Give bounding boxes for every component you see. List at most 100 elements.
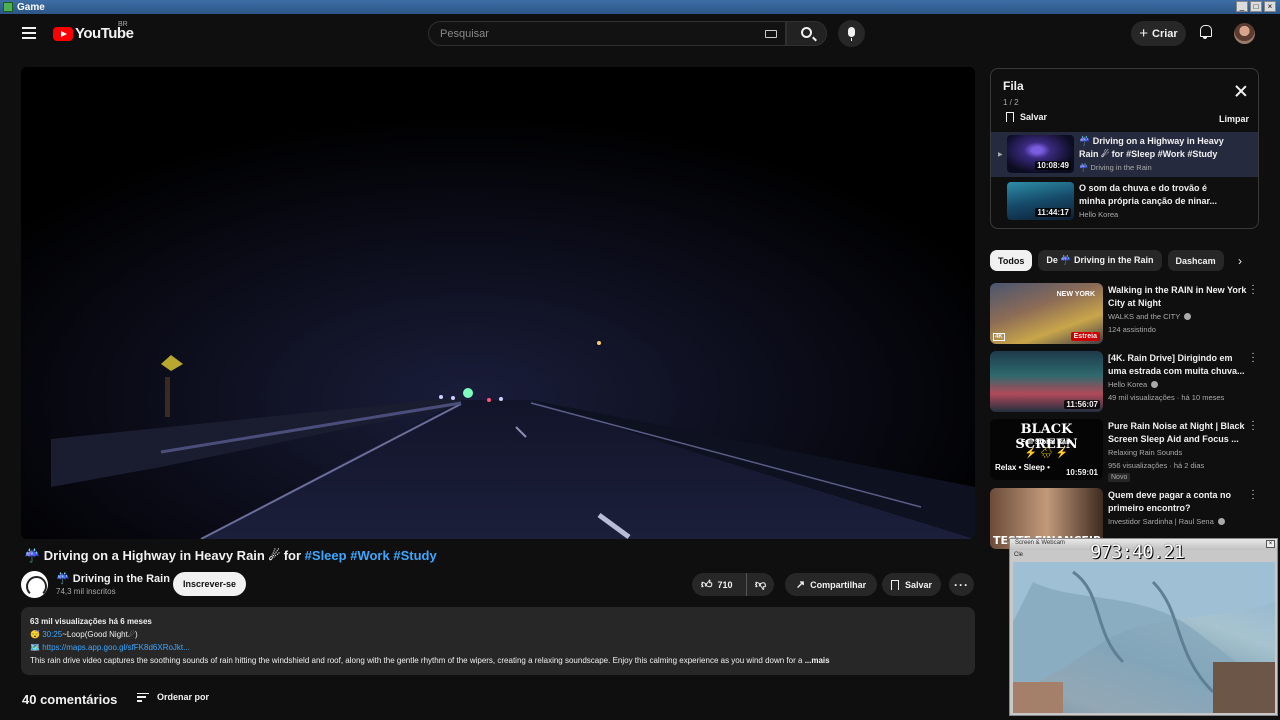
- window-controls: _ □ ×: [1236, 1, 1276, 12]
- queue-save-label: Salvar: [1020, 112, 1048, 122]
- youtube-logo[interactable]: YouTube BR: [53, 21, 134, 42]
- queue-title: Fila: [1003, 79, 1024, 93]
- dislike-button[interactable]: 👎︎: [755, 578, 766, 591]
- region-code: BR: [118, 21, 128, 28]
- recommendation-item[interactable]: NEW YORK 4K Estreia Walking in the RAIN …: [990, 281, 1260, 347]
- duration-badge: 11:56:07: [1064, 400, 1100, 409]
- video-frame: [21, 67, 975, 539]
- window-titlebar: Game _ □ ×: [0, 0, 1280, 14]
- thumbnail-subtitle: Fall Storm Rain: [1020, 439, 1073, 446]
- close-icon[interactable]: [1234, 84, 1248, 98]
- maximize-button[interactable]: □: [1250, 1, 1262, 12]
- plus-icon: +: [1139, 25, 1149, 42]
- more-actions-button[interactable]: ···: [949, 573, 974, 596]
- recommendation-item[interactable]: BLACK SCREEN Fall Storm Rain ⚡ 🌧 ⚡ Relax…: [990, 417, 1260, 483]
- subscribe-button[interactable]: Inscrever-se: [173, 572, 246, 596]
- channel-avatar[interactable]: [21, 571, 48, 598]
- minimize-button[interactable]: _: [1236, 1, 1248, 12]
- video-thumbnail: 11:56:07: [990, 351, 1103, 412]
- app-icon: [3, 2, 13, 12]
- more-options-icon[interactable]: · · ·: [1250, 486, 1256, 504]
- hashtag-link[interactable]: #Study: [393, 548, 436, 563]
- chip-all[interactable]: Todos: [990, 250, 1033, 271]
- recommendation-stats: 49 mil visualizações · há 10 meses: [1108, 393, 1225, 402]
- description-box[interactable]: 63 mil visualizações há 6 meses 😴 30:25~…: [21, 607, 975, 675]
- webcam-close-button[interactable]: ×: [1266, 540, 1275, 548]
- like-count: 710: [717, 579, 733, 590]
- hamburger-menu-icon[interactable]: [22, 27, 36, 39]
- queue-item[interactable]: ▶ 10:08:49 ☔ Driving on a Highway in Hea…: [991, 132, 1258, 177]
- recommendation-item[interactable]: 11:56:07 [4K. Rain Drive] Dirigindo em u…: [990, 349, 1260, 415]
- more-options-icon[interactable]: · · ·: [1250, 281, 1256, 299]
- queue-panel: Fila 1 / 2 Salvar Limpar ▶ 10:08:49 ☔ Dr…: [990, 68, 1259, 229]
- notifications-bell-icon[interactable]: [1199, 25, 1212, 39]
- search-icon: [801, 27, 812, 38]
- quality-badge: 4K: [993, 333, 1005, 341]
- share-label: Compartilhar: [810, 579, 867, 590]
- queue-item-title: ☔ Driving on a Highway in Heavy Rain ☄ f…: [1079, 136, 1224, 159]
- storm-icon: ⚡ 🌧 ⚡: [1024, 448, 1069, 459]
- maps-link[interactable]: https://maps.app.goo.gl/sfFK8d6XRoJkt...: [42, 643, 190, 652]
- queue-save-button[interactable]: Salvar: [1006, 112, 1047, 122]
- sort-comments-button[interactable]: Ordenar por: [137, 692, 209, 702]
- duration-badge: 11:44:17: [1035, 208, 1071, 217]
- more-options-icon[interactable]: · · ·: [1250, 417, 1256, 435]
- queue-thumbnail: 10:08:49: [1007, 135, 1074, 173]
- description-text: This rain drive video captures the sooth…: [30, 654, 966, 667]
- hashtag-link[interactable]: #Sleep: [305, 548, 347, 563]
- channel-label: WALKS and the CITY: [1108, 312, 1181, 321]
- channel-label: Relaxing Rain Sounds: [1108, 448, 1183, 457]
- keyboard-icon[interactable]: [765, 30, 777, 38]
- sleep-emoji: 😴: [30, 630, 43, 639]
- share-button[interactable]: ↗ Compartilhar: [785, 573, 877, 596]
- bookmark-icon: [1006, 112, 1014, 122]
- chip-dashcam[interactable]: Dashcam: [1167, 250, 1224, 271]
- save-label: Salvar: [904, 579, 933, 590]
- search-button[interactable]: [786, 21, 827, 46]
- recommendation-stats: 124 assistindo: [1108, 325, 1156, 334]
- hashtag-link[interactable]: #Work: [350, 548, 390, 563]
- webcam-overlay-window[interactable]: Screen & Webcam × Cle 973:40.21: [1009, 538, 1278, 716]
- filter-chips: Todos De ☔ Driving in the Rain Dashcam: [990, 250, 1224, 272]
- create-label: Criar: [1152, 27, 1178, 40]
- save-button[interactable]: Salvar: [882, 573, 941, 596]
- queue-item-title: O som da chuva e do trovão é minha própr…: [1079, 183, 1218, 206]
- create-button[interactable]: + Criar: [1131, 21, 1186, 46]
- webcam-label: Cle: [1014, 552, 1024, 558]
- voice-search-button[interactable]: [838, 20, 865, 47]
- thumbnail-caption: Relax • Sleep •: [995, 463, 1050, 472]
- queue-clear-button[interactable]: Limpar: [1219, 114, 1249, 124]
- sort-label: Ordenar por: [157, 692, 210, 702]
- queue-item[interactable]: 11:44:17 O som da chuva e do trovão é mi…: [991, 179, 1258, 224]
- thumbs-up-icon: 👍︎: [701, 579, 713, 591]
- video-player[interactable]: [21, 67, 975, 539]
- recommendation-channel: Relaxing Rain Sounds: [1108, 448, 1182, 457]
- channel-name[interactable]: ☔ Driving in the Rain: [56, 572, 170, 585]
- youtube-play-icon: [53, 26, 73, 41]
- close-window-button[interactable]: ×: [1264, 1, 1276, 12]
- video-thumbnail: BLACK SCREEN Fall Storm Rain ⚡ 🌧 ⚡ Relax…: [990, 419, 1103, 480]
- recommendation-title: [4K. Rain Drive] Dirigindo em uma estrad…: [1108, 353, 1245, 376]
- description-body: This rain drive video captures the sooth…: [30, 656, 803, 665]
- like-button[interactable]: 👍︎ 710: [692, 573, 747, 596]
- verified-icon: [1184, 313, 1192, 320]
- recommendation-channel: WALKS and the CITY: [1108, 312, 1192, 321]
- recommendation-title: Quem deve pagar a conta no primeiro enco…: [1108, 490, 1232, 513]
- comments-count: 40 comentários: [22, 692, 118, 707]
- show-more-link[interactable]: ...mais: [805, 656, 830, 665]
- verified-icon: [1151, 381, 1159, 388]
- microphone-icon: [848, 27, 855, 41]
- more-options-icon[interactable]: · · ·: [1250, 349, 1256, 367]
- user-avatar[interactable]: [1234, 23, 1255, 44]
- duration-badge: 10:08:49: [1034, 161, 1071, 170]
- window-title: Game: [17, 1, 45, 13]
- chip-from-channel[interactable]: De ☔ Driving in the Rain: [1038, 250, 1162, 271]
- timer-readout: 973:40.21: [1090, 541, 1185, 563]
- subscriber-count: 74,3 mil inscritos: [56, 587, 116, 596]
- map-emoji: 🗺️: [30, 643, 43, 652]
- timestamp-link[interactable]: 30:25: [42, 630, 62, 639]
- chevron-right-icon[interactable]: ›: [1238, 254, 1242, 268]
- queue-item-channel: Hello Korea: [1079, 210, 1119, 219]
- duration-badge: 10:59:01: [1063, 468, 1100, 477]
- search-input[interactable]: [429, 22, 749, 45]
